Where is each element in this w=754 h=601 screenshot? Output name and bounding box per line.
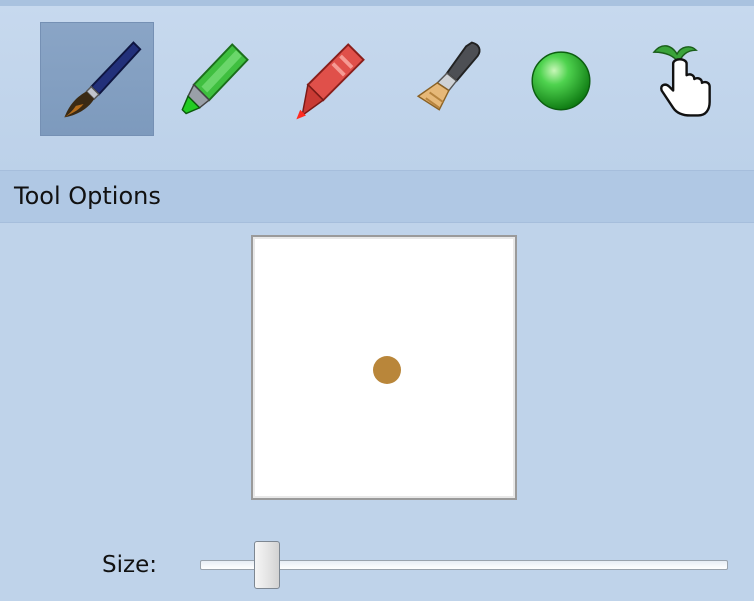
- paintbrush-icon: [64, 41, 142, 118]
- brush-dot-preview: [373, 356, 401, 384]
- tool-hand[interactable]: [620, 22, 734, 136]
- highlighter-icon: [181, 43, 249, 115]
- size-label: Size:: [102, 552, 157, 578]
- tool-palette: [0, 0, 754, 170]
- green-ball-icon: [531, 51, 591, 111]
- crayon-icon: [296, 43, 365, 120]
- flat-brush-icon: [416, 41, 481, 111]
- tool-highlighter[interactable]: [156, 22, 270, 136]
- tool-flat-brush[interactable]: [388, 22, 502, 136]
- tool-paintbrush[interactable]: [40, 22, 154, 136]
- tool-options-header: Tool Options: [0, 170, 754, 223]
- brush-preview: [251, 235, 517, 500]
- tool-crayon[interactable]: [272, 22, 386, 136]
- tool-fill-ball[interactable]: [504, 22, 618, 136]
- hand-pointer-icon: [652, 45, 711, 117]
- size-slider-thumb[interactable]: [254, 541, 280, 589]
